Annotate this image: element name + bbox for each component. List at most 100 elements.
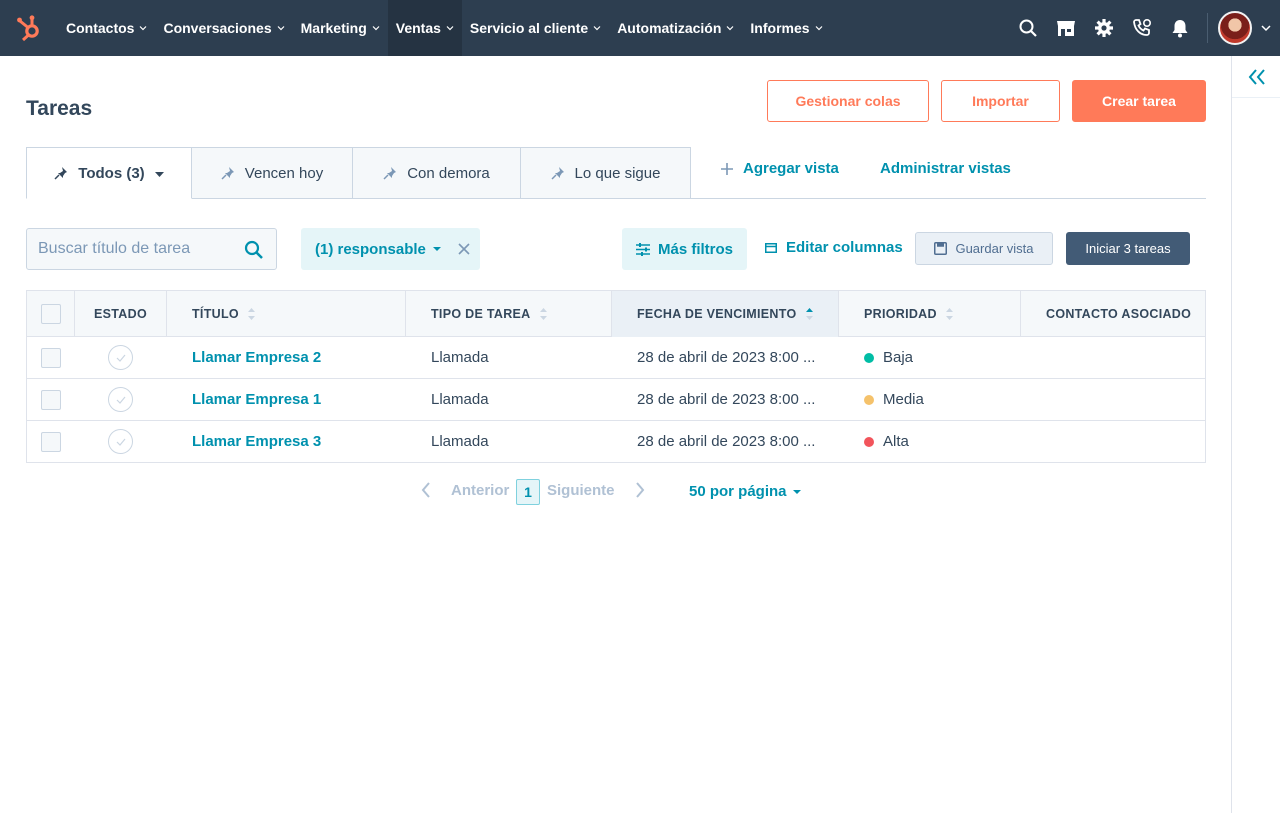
column-header-label: FECHA DE VENCIMIENTO (637, 307, 797, 321)
chevron-down-icon (372, 26, 380, 31)
checkmark-icon (116, 354, 125, 362)
calling-icon[interactable] (1123, 0, 1161, 56)
tab-all[interactable]: Todos (3) (26, 147, 192, 199)
complete-task-button[interactable] (108, 429, 133, 454)
edit-columns-label: Editar columnas (786, 239, 903, 256)
tab-label: Todos (3) (78, 164, 145, 182)
nav-item-conversaciones[interactable]: Conversaciones (155, 0, 292, 56)
nav-item-contactos[interactable]: Contactos (58, 0, 155, 56)
close-icon[interactable] (456, 241, 472, 257)
tab-label: Lo que sigue (574, 164, 661, 182)
column-header-due-date[interactable]: FECHA DE VENCIMIENTO (612, 291, 839, 337)
nav-divider (1207, 13, 1208, 43)
task-type-cell: Llamada (431, 379, 489, 420)
collapse-sidebar-button[interactable] (1232, 56, 1280, 98)
chevron-down-icon (593, 26, 601, 31)
search-icon[interactable] (1009, 0, 1047, 56)
create-task-button[interactable]: Crear tarea (1072, 80, 1206, 122)
tab-upcoming[interactable]: Lo que sigue (521, 147, 691, 199)
chevron-down-icon (140, 26, 147, 31)
column-header-title[interactable]: TÍTULO (167, 291, 406, 337)
add-view-button[interactable]: Agregar vista (720, 160, 839, 177)
chevron-down-icon (446, 26, 454, 31)
column-header-label: CONTACTO ASOCIADO (1046, 307, 1192, 321)
priority-indicator (864, 436, 874, 447)
previous-page-label: Anterior (451, 481, 510, 499)
nav-item-marketing[interactable]: Marketing (293, 0, 388, 56)
settings-icon[interactable] (1085, 0, 1123, 56)
column-header-task-type[interactable]: TIPO DE TAREA (406, 291, 612, 337)
start-tasks-button[interactable]: Iniciar 3 tareas (1066, 232, 1190, 265)
priority-indicator (864, 394, 874, 405)
due-date: 28 de abril de 2023 8:00 ... (637, 433, 816, 450)
sort-icon (945, 308, 953, 320)
task-title-link[interactable]: Llamar Empresa 2 (192, 349, 321, 366)
nav-item-label: Contactos (66, 20, 135, 36)
pin-icon (221, 167, 234, 180)
hubspot-logo[interactable] (0, 0, 58, 56)
more-filters-button[interactable]: Más filtros (622, 228, 747, 270)
table-header: ESTADO TÍTULO TIPO DE TAREA FECHA DE VEN… (27, 291, 1205, 337)
nav-item-label: Conversaciones (163, 20, 272, 36)
columns-icon (765, 242, 777, 253)
tab-overdue[interactable]: Con demora (353, 147, 521, 199)
avatar[interactable] (1218, 11, 1252, 45)
caret-down-icon (154, 171, 164, 177)
notifications-icon[interactable] (1161, 0, 1199, 56)
row-select-cell (41, 379, 61, 420)
nav-item-ventas[interactable]: Ventas (387, 0, 462, 56)
priority-cell: Media (864, 379, 924, 420)
import-button[interactable]: Importar (941, 80, 1060, 122)
table-row: Llamar Empresa 1 Llamada 28 de abril de 20… (27, 379, 1205, 421)
nav-item-label: Servicio al cliente (469, 20, 589, 36)
search-input[interactable] (38, 240, 233, 258)
per-page-label: 50 por página (689, 483, 787, 500)
column-header-label: ESTADO (94, 307, 147, 321)
current-page-number[interactable]: 1 (516, 479, 540, 505)
more-filters-label: Más filtros (657, 240, 733, 258)
chevron-down-icon (726, 26, 734, 31)
sort-icon (247, 308, 255, 320)
row-select-cell (41, 337, 61, 378)
chevron-down-icon (815, 26, 822, 31)
task-title-link[interactable]: Llamar Empresa 3 (192, 433, 321, 450)
nav-item-servicio-al-cliente[interactable]: Servicio al cliente (462, 0, 609, 56)
owner-filter-chip: (1) responsable (301, 228, 480, 270)
table-row: Llamar Empresa 2 Llamada 28 de abril de 20… (27, 337, 1205, 379)
owner-filter-dropdown[interactable]: (1) responsable (315, 241, 441, 258)
edit-columns-button[interactable]: Editar columnas (765, 239, 903, 256)
tab-due-today[interactable]: Vencen hoy (192, 147, 353, 199)
nav-item-automatizaci-n[interactable]: Automatización (609, 0, 742, 56)
row-select-cell (41, 421, 61, 462)
sort-ascending-icon (805, 308, 813, 320)
column-header-status: ESTADO (75, 291, 167, 337)
task-title-link[interactable]: Llamar Empresa 1 (192, 391, 321, 408)
next-page-button[interactable]: Siguiente (547, 481, 645, 499)
select-all-checkbox[interactable] (40, 304, 61, 324)
marketplace-icon[interactable] (1047, 0, 1085, 56)
previous-page-button[interactable]: Anterior (421, 481, 509, 499)
column-header-label: TÍTULO (192, 307, 239, 321)
complete-task-button[interactable] (108, 387, 133, 412)
per-page-dropdown[interactable]: 50 por página (689, 483, 801, 500)
complete-task-button[interactable] (108, 345, 133, 370)
search-icon[interactable] (244, 240, 264, 260)
manage-views-link[interactable]: Administrar vistas (880, 160, 1011, 177)
save-view-button[interactable]: Guardar vista (915, 232, 1053, 265)
column-header-label: TIPO DE TAREA (431, 307, 531, 321)
title-cell: Llamar Empresa 1 (192, 379, 321, 420)
row-checkbox[interactable] (41, 347, 61, 368)
nav-item-label: Informes (750, 20, 810, 36)
search-field (26, 228, 277, 270)
manage-queues-button[interactable]: Gestionar colas (767, 80, 929, 122)
due-date-cell: 28 de abril de 2023 8:00 ... (637, 379, 815, 420)
nav-item-informes[interactable]: Informes (742, 0, 830, 56)
row-checkbox[interactable] (41, 389, 61, 410)
task-type-cell: Llamada (431, 337, 489, 378)
status-cell (108, 337, 133, 378)
priority-cell: Baja (864, 337, 913, 378)
caret-down-icon (792, 489, 801, 494)
row-checkbox[interactable] (41, 431, 61, 452)
chevron-down-icon[interactable] (1252, 0, 1280, 56)
column-header-priority[interactable]: PRIORIDAD (839, 291, 1021, 337)
